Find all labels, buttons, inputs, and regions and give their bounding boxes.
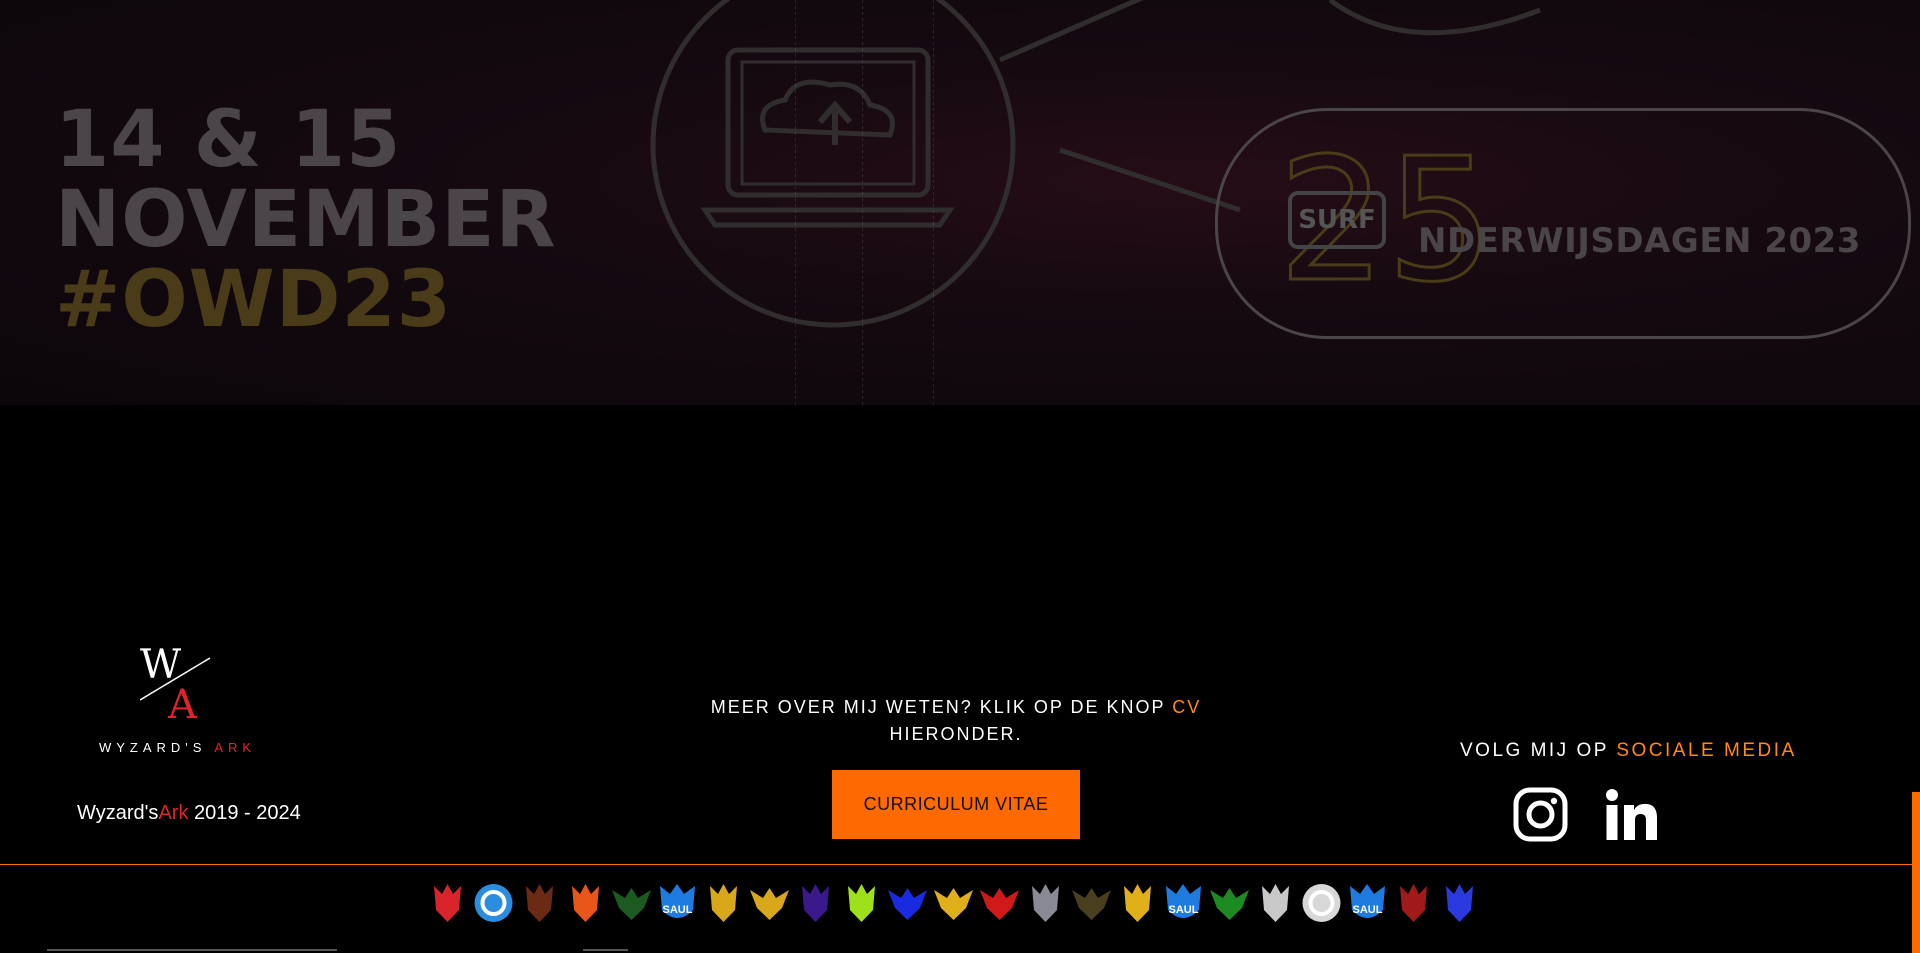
bottom-divider (47, 949, 337, 951)
gold-small-crest-icon[interactable] (702, 880, 745, 926)
hero-banner: 14 & 15 NOVEMBER #OWD23 25 SURF NDERWIJS… (0, 0, 1920, 405)
scroll-indicator[interactable] (1912, 792, 1920, 953)
dates-line-1: 14 & 15 (55, 95, 402, 185)
cv-prompt-before: MEER OVER MIJ WETEN? KLIK OP DE KNOP (710, 697, 1173, 717)
curriculum-vitae-button[interactable]: CURRICULUM VITAE (832, 770, 1080, 839)
gold-crest-icon[interactable] (1116, 880, 1159, 926)
event-hashtag: #OWD23 (55, 255, 452, 345)
blue-red-crest-icon[interactable] (1438, 880, 1481, 926)
crest-strip: SAUL SAUL SAUL (426, 880, 1481, 926)
logo-wordmark: WYZARD'S ARK (90, 740, 265, 755)
cv-prompt-text: MEER OVER MIJ WETEN? KLIK OP DE KNOP CV … (700, 694, 1212, 748)
social-media-heading: VOLG MIJ OP SOCIALE MEDIA (1460, 740, 1794, 762)
olive-wings-icon[interactable] (1070, 880, 1113, 926)
blue-g-emblem-icon[interactable] (472, 880, 515, 926)
dates-line-2: NOVEMBER (55, 175, 557, 265)
green-dragon-icon[interactable] (1208, 880, 1251, 926)
monogram-bottom: A (167, 682, 198, 720)
cv-prompt-highlight: CV (1172, 697, 1202, 717)
bottom-divider-short (583, 949, 628, 951)
crest-label: SAUL (663, 904, 693, 916)
red-wings-icon[interactable] (978, 880, 1021, 926)
social-text-highlight: SOCIALE MEDIA (1616, 740, 1797, 761)
crest-label: SAUL (1353, 904, 1383, 916)
silver-beast-icon[interactable] (1254, 880, 1297, 926)
wa-monogram-icon: W A (140, 642, 211, 720)
copyright-name-accent: Ark (158, 802, 189, 824)
brown-crest-icon[interactable] (518, 880, 561, 926)
dark-red-crest-icon[interactable] (1392, 880, 1435, 926)
blue-saul-badge-icon[interactable]: SAUL (656, 880, 699, 926)
linkedin-icon[interactable] (1604, 787, 1659, 842)
lime-crest-icon[interactable] (840, 880, 883, 926)
grey-crest-icon[interactable] (1024, 880, 1067, 926)
gold-wings-icon[interactable] (748, 880, 791, 926)
wordmark-red: ARK (214, 740, 257, 755)
instagram-icon[interactable] (1513, 787, 1568, 842)
blue-saul-badge-icon[interactable]: SAUL (1162, 880, 1205, 926)
site-logo[interactable]: W A WYZARD'S ARK (90, 640, 265, 760)
footer-divider (0, 864, 1920, 865)
cv-prompt-after: HIERONDER. (889, 724, 1023, 744)
social-text: VOLG MIJ OP (1460, 740, 1617, 761)
orange-crest-icon[interactable] (564, 880, 607, 926)
blue-wings-icon[interactable] (886, 880, 929, 926)
copyright-name: Wyzard's (77, 802, 159, 824)
event-logo-pill: 25 SURF NDERWIJSDAGEN 2023 (1215, 108, 1911, 339)
event-name: NDERWIJSDAGEN 2023 (1418, 221, 1861, 261)
white-star-emblem-icon[interactable] (1300, 880, 1343, 926)
copyright-years: 2019 - 2024 (188, 802, 301, 824)
gold-wings-icon[interactable] (932, 880, 975, 926)
surf-badge: SURF (1288, 191, 1386, 249)
wordmark-white: WYZARD'S (98, 740, 207, 755)
blue-saul-badge-icon[interactable]: SAUL (1346, 880, 1389, 926)
event-dates-heading: 14 & 15 NOVEMBER #OWD23 (55, 100, 557, 340)
purple-crest-icon[interactable] (794, 880, 837, 926)
copyright-notice: Wyzard'sArk 2019 - 2024 (77, 802, 301, 825)
crest-label: SAUL (1169, 904, 1199, 916)
green-wings-icon[interactable] (610, 880, 653, 926)
red-crest-icon[interactable] (426, 880, 469, 926)
